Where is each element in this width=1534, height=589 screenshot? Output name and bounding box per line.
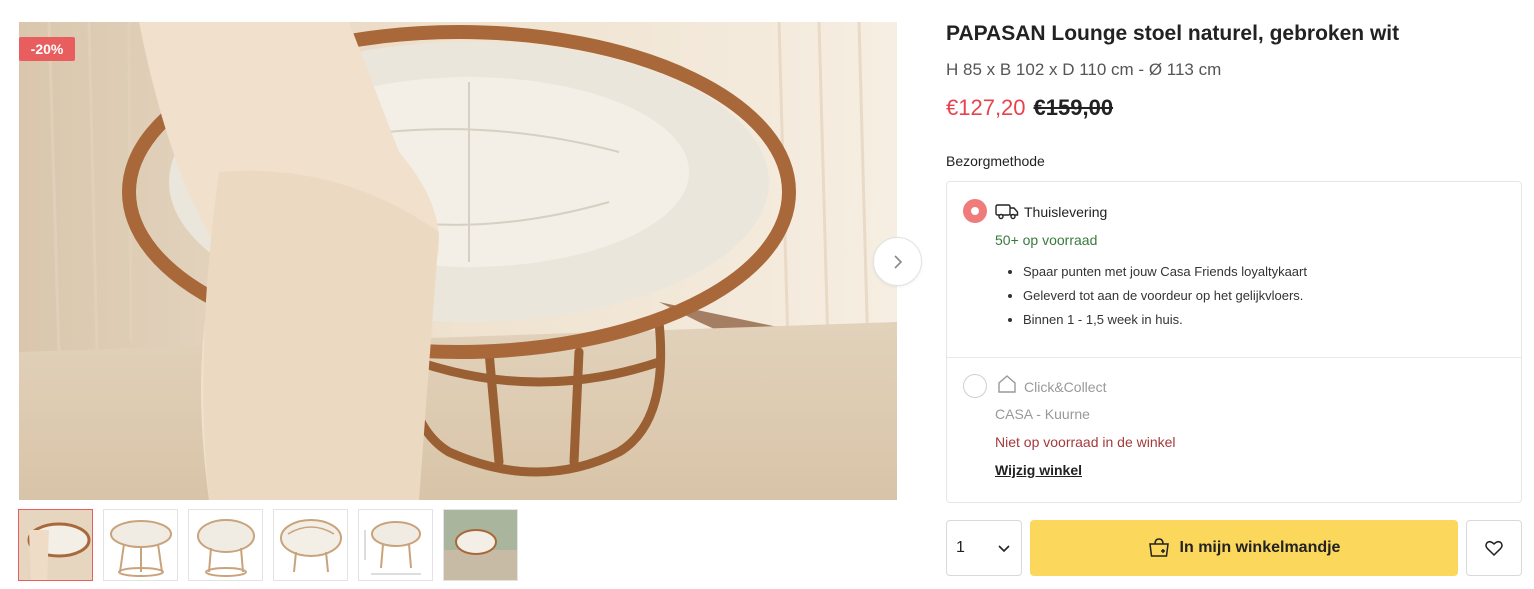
- thumbnail-image: [444, 510, 517, 580]
- quantity-value: 1: [956, 539, 965, 556]
- discount-badge: -20%: [19, 37, 75, 61]
- benefit-item: Binnen 1 - 1,5 week in huis.: [1023, 311, 1307, 328]
- quantity-select[interactable]: 1: [946, 520, 1022, 576]
- sale-price: €127,20: [946, 95, 1026, 120]
- next-image-button[interactable]: [873, 237, 922, 286]
- click-collect-title: Click&Collect: [1024, 379, 1107, 395]
- product-main-image[interactable]: [19, 22, 897, 500]
- wishlist-button[interactable]: [1466, 520, 1522, 576]
- benefit-item: Geleverd tot aan de voordeur op het geli…: [1023, 287, 1307, 304]
- home-delivery-stock: 50+ op voorraad: [995, 232, 1098, 248]
- product-dimensions: H 85 x B 102 x D 110 cm - Ø 113 cm: [946, 60, 1222, 79]
- selected-store: CASA - Kuurne: [995, 406, 1090, 422]
- product-title: PAPASAN Lounge stoel naturel, gebroken w…: [946, 22, 1400, 45]
- chevron-down-icon: [998, 545, 1010, 553]
- home-delivery-title: Thuislevering: [1024, 204, 1108, 220]
- thumbnail-4[interactable]: [273, 509, 348, 581]
- chair-photo: [19, 22, 897, 500]
- price-row: €127,20 €159,00: [946, 95, 1113, 121]
- home-delivery-radio[interactable]: [963, 199, 987, 223]
- thumbnail-image: [280, 519, 342, 573]
- delivery-method-label: Bezorgmethode: [946, 153, 1045, 169]
- home-delivery-benefits: Spaar punten met jouw Casa Friends loyal…: [1023, 263, 1307, 335]
- truck-icon: [995, 204, 1019, 220]
- chevron-right-icon: [893, 254, 902, 269]
- add-to-cart-button[interactable]: In mijn winkelmandje: [1030, 520, 1458, 576]
- add-to-cart-label: In mijn winkelmandje: [1179, 539, 1341, 556]
- thumbnail-image: [19, 510, 92, 580]
- delivery-options: Thuislevering 50+ op voorraad Spaar punt…: [946, 181, 1522, 503]
- thumbnail-image: [364, 521, 421, 575]
- bag-plus-icon: [1148, 538, 1169, 557]
- benefit-item: Spaar punten met jouw Casa Friends loyal…: [1023, 263, 1307, 280]
- store-stock-status: Niet op voorraad in de winkel: [995, 434, 1176, 450]
- click-collect-radio[interactable]: [963, 374, 987, 398]
- house-icon: [998, 375, 1016, 393]
- thumbnail-image: [110, 520, 172, 577]
- thumbnail-5[interactable]: [358, 509, 433, 581]
- heart-icon: [1485, 540, 1503, 556]
- thumbnail-3[interactable]: [188, 509, 263, 581]
- thumbnail-2[interactable]: [103, 509, 178, 581]
- options-divider: [947, 357, 1521, 358]
- original-price: €159,00: [1033, 95, 1114, 120]
- change-store-link[interactable]: Wijzig winkel: [995, 462, 1082, 478]
- thumbnail-6[interactable]: [443, 509, 518, 581]
- thumbnail-image: [197, 519, 255, 577]
- thumbnail-1[interactable]: [18, 509, 93, 581]
